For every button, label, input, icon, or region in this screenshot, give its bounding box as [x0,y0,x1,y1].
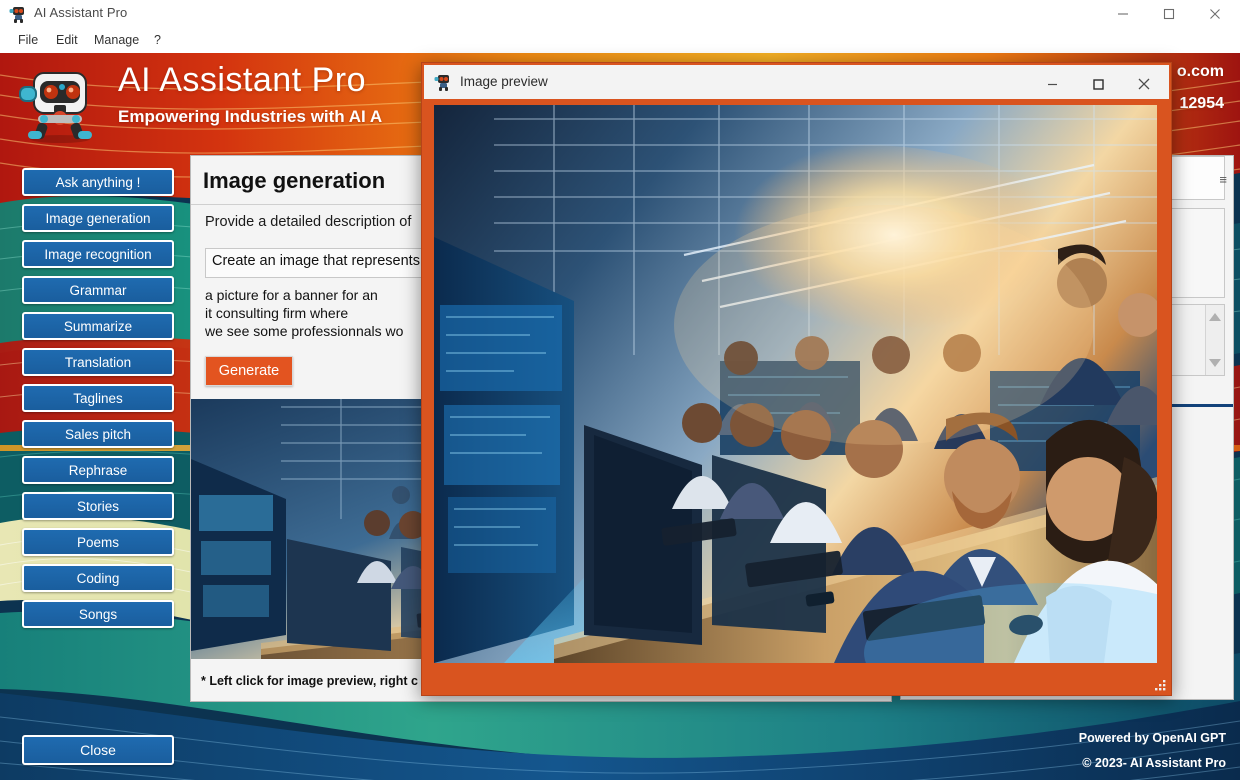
sidebar-item-taglines[interactable]: Taglines [22,384,174,412]
dialog-close-button[interactable] [1121,67,1167,101]
menu-item-manage[interactable]: Manage [88,31,145,49]
banner-number: 12954 [1179,95,1225,112]
robot-icon [9,7,24,23]
sidebar-item-rephrase[interactable]: Rephrase [22,456,174,484]
robot-logo-icon [19,72,92,143]
menu-item-help[interactable]: ? [148,31,167,49]
window-titlebar: AI Assistant Pro [0,0,1240,28]
minimize-button[interactable] [1100,0,1146,28]
menu-item-edit[interactable]: Edit [50,31,84,49]
sidebar-item-summarize[interactable]: Summarize [22,312,174,340]
preview-artwork [434,105,1157,663]
footer-copyright: © 2023- AI Assistant Pro [1082,756,1226,770]
sidebar-item-translation[interactable]: Translation [22,348,174,376]
sidebar-item-image-recognition[interactable]: Image recognition [22,240,174,268]
scroll-down-arrow-icon[interactable] [1209,359,1221,367]
sidebar-item-poems[interactable]: Poems [22,528,174,556]
sidebar-item-stories[interactable]: Stories [22,492,174,520]
footer-powered-by: Powered by OpenAI GPT [1078,731,1226,745]
sidebar-item-image-generation[interactable]: Image generation [22,204,174,232]
generate-button[interactable]: Generate [205,356,293,386]
dialog-title: Image preview [460,74,548,89]
image-preview-dialog: Image preview [421,62,1172,696]
close-button[interactable]: Close [22,735,174,765]
hint-note: * Left click for image preview, right c [201,674,418,688]
banner-subtitle: Empowering Industries with AI A [118,107,383,126]
sidebar-item-sales-pitch[interactable]: Sales pitch [22,420,174,448]
page-title: Image generation [203,168,386,193]
scroll-up-arrow-icon[interactable] [1209,313,1221,321]
vertical-scrollbar[interactable] [1205,305,1224,375]
dialog-maximize-button[interactable] [1075,67,1121,101]
dialog-titlebar[interactable]: Image preview [424,65,1169,99]
robot-icon [434,75,449,91]
menu-bar: File Edit Manage ? [0,28,1240,52]
sidebar-nav: Ask anything ! Image generation Image re… [0,160,200,640]
banner-website: o.com [1176,63,1224,80]
maximize-button[interactable] [1146,0,1192,28]
menu-item-file[interactable]: File [12,31,44,49]
sidebar-item-songs[interactable]: Songs [22,600,174,628]
banner-title: AI Assistant Pro [118,61,366,99]
prompt-description: Provide a detailed description of [205,214,412,230]
resize-grip-icon[interactable] [1153,678,1167,692]
sidebar-item-grammar[interactable]: Grammar [22,276,174,304]
preview-image[interactable] [434,105,1157,663]
window-title: AI Assistant Pro [34,5,128,20]
sidebar-item-coding[interactable]: Coding [22,564,174,592]
dialog-minimize-button[interactable] [1029,67,1075,101]
hamburger-icon[interactable]: ≡ [1219,172,1227,187]
close-window-button[interactable] [1192,0,1238,28]
sidebar-item-ask-anything[interactable]: Ask anything ! [22,168,174,196]
